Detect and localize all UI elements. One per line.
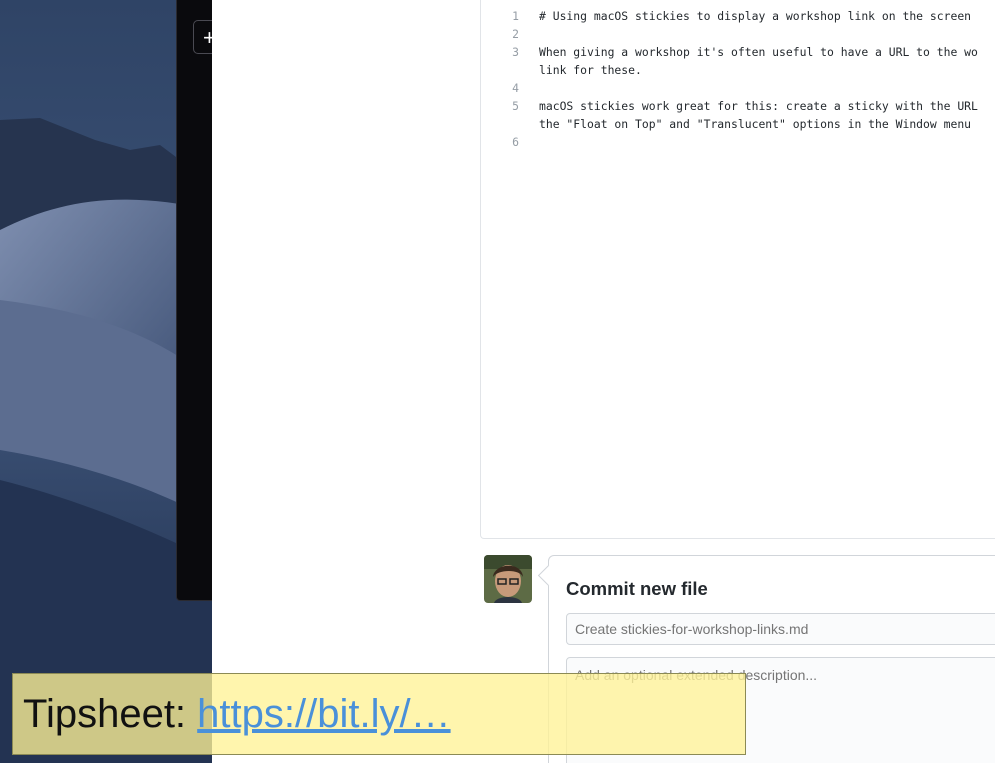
code-line: 4 [481, 81, 995, 95]
code-editor[interactable]: 1 # Using macOS stickies to display a wor… [480, 0, 995, 539]
user-photo [484, 555, 532, 603]
line-number: 1 [512, 9, 519, 23]
line-number: 4 [512, 81, 519, 95]
code-line: link for these. [481, 63, 995, 77]
line-text: macOS stickies work great for this: crea… [539, 99, 978, 113]
line-number: 3 [512, 45, 519, 59]
line-number: 5 [512, 99, 519, 113]
code-line: 1 # Using macOS stickies to display a wor… [481, 9, 995, 23]
code-line: 6 [481, 135, 995, 149]
line-number: 2 [512, 27, 519, 41]
commit-title: Commit new file [566, 578, 708, 599]
browser-page: 1 # Using macOS stickies to display a wor… [212, 0, 995, 763]
line-text: the "Float on Top" and "Translucent" opt… [539, 117, 972, 131]
line-number: 6 [512, 135, 519, 149]
sticky-label: Tipsheet: [23, 692, 198, 736]
commit-summary-input[interactable] [566, 613, 995, 645]
sticky-content: Tipsheet: https://bit.ly/… [23, 692, 451, 737]
sticky-link[interactable]: https://bit.ly/… [197, 692, 450, 736]
sticky-note[interactable]: Tipsheet: https://bit.ly/… [12, 673, 746, 755]
code-line: 2 [481, 27, 995, 41]
avatar[interactable] [484, 555, 532, 603]
code-line: 3 When giving a workshop it's often usefu… [481, 45, 995, 59]
code-line: 5 macOS stickies work great for this: cre… [481, 99, 995, 113]
line-text: link for these. [539, 63, 642, 77]
commit-pointer [537, 564, 560, 587]
line-text: When giving a workshop it's often useful… [539, 45, 978, 59]
code-line: the "Float on Top" and "Translucent" opt… [481, 117, 995, 131]
line-text: # Using macOS stickies to display a work… [539, 9, 972, 23]
